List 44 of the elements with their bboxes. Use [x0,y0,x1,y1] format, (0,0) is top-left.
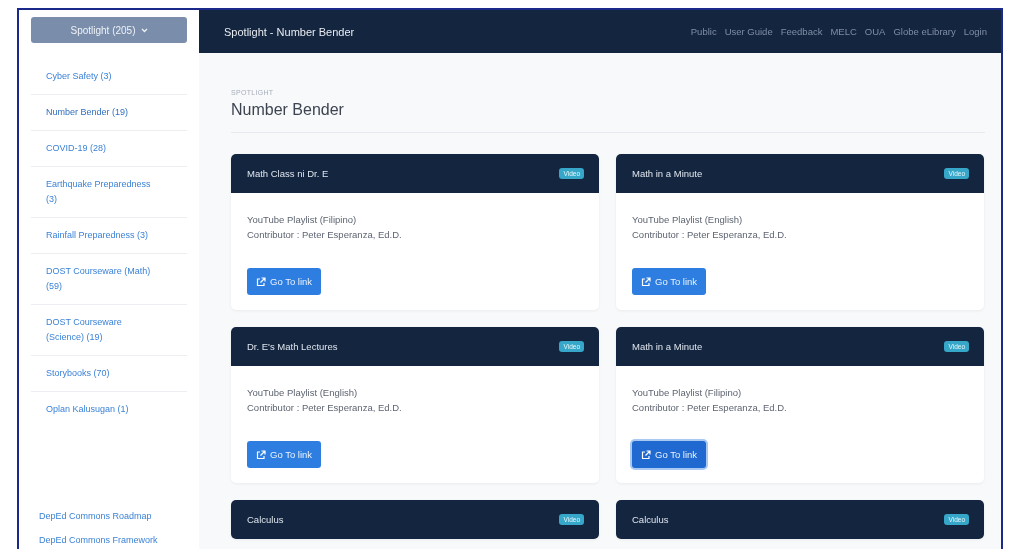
category-link[interactable]: DOST Courseware (Science) (19) [46,315,157,345]
go-to-link-button[interactable]: Go To link [632,268,707,295]
card-description: YouTube Playlist (Filipino) [247,213,358,227]
card-description: YouTube Playlist (English) [247,386,359,400]
card-description: YouTube Playlist (English) [632,213,744,227]
page-title: Spotlight - Number Bender [224,25,355,38]
external-link-icon [256,449,266,460]
contributor-text: Contributor : Peter Esperanza, Ed.D. [632,228,788,242]
nav-link[interactable]: Globe eLibrary [893,26,956,37]
card-title: Calculus [247,514,284,525]
category-dropdown[interactable]: Spotlight (205) [31,17,187,43]
category-link[interactable]: Rainfall Preparedness (3) [46,228,157,243]
category-link[interactable]: COVID-19 (28) [46,141,157,156]
footer-link[interactable]: DepEd Commons Roadmap [39,509,187,523]
category-link[interactable]: Storybooks (70) [46,366,157,381]
card-title: Math Class ni Dr. E [247,168,329,179]
footer-link[interactable]: DepEd Commons Framework [39,533,187,547]
card-title: Dr. E's Math Lectures [247,341,338,352]
category-link[interactable]: Cyber Safety (3) [46,69,157,84]
nav-link[interactable]: Feedback [780,26,823,37]
category-link[interactable]: Oplan Kalusugan (1) [46,402,157,417]
category-link[interactable]: Earthquake Preparedness (3) [46,177,157,207]
card-description: YouTube Playlist (Filipino) [632,386,743,400]
chevron-down-icon [140,27,148,33]
nav-link[interactable]: MELC [830,26,857,37]
contributor-text: Contributor : Peter Esperanza, Ed.D. [632,401,788,415]
card-title: Math in a Minute [632,168,703,179]
go-to-link-button[interactable]: Go To link [632,441,707,468]
contributor-text: Contributor : Peter Esperanza, Ed.D. [247,228,403,242]
contributor-text: Contributor : Peter Esperanza, Ed.D. [247,401,403,415]
go-to-link-button[interactable]: Go To link [247,268,322,295]
nav-link[interactable]: OUA [864,26,886,37]
card-title: Calculus [632,514,669,525]
nav-link[interactable]: User Guide [724,26,773,37]
category-link[interactable]: Number Bender (19) [46,105,157,120]
external-link-icon [641,276,651,287]
go-to-link-button[interactable]: Go To link [247,441,322,468]
page-heading: Number Bender [231,101,345,119]
external-link-icon [641,449,651,460]
card-title: Math in a Minute [632,341,703,352]
category-link[interactable]: DOST Courseware (Math) (59) [46,264,157,294]
external-link-icon [256,276,266,287]
nav-link[interactable]: Login [963,26,987,37]
nav-link[interactable]: Public [690,26,717,37]
